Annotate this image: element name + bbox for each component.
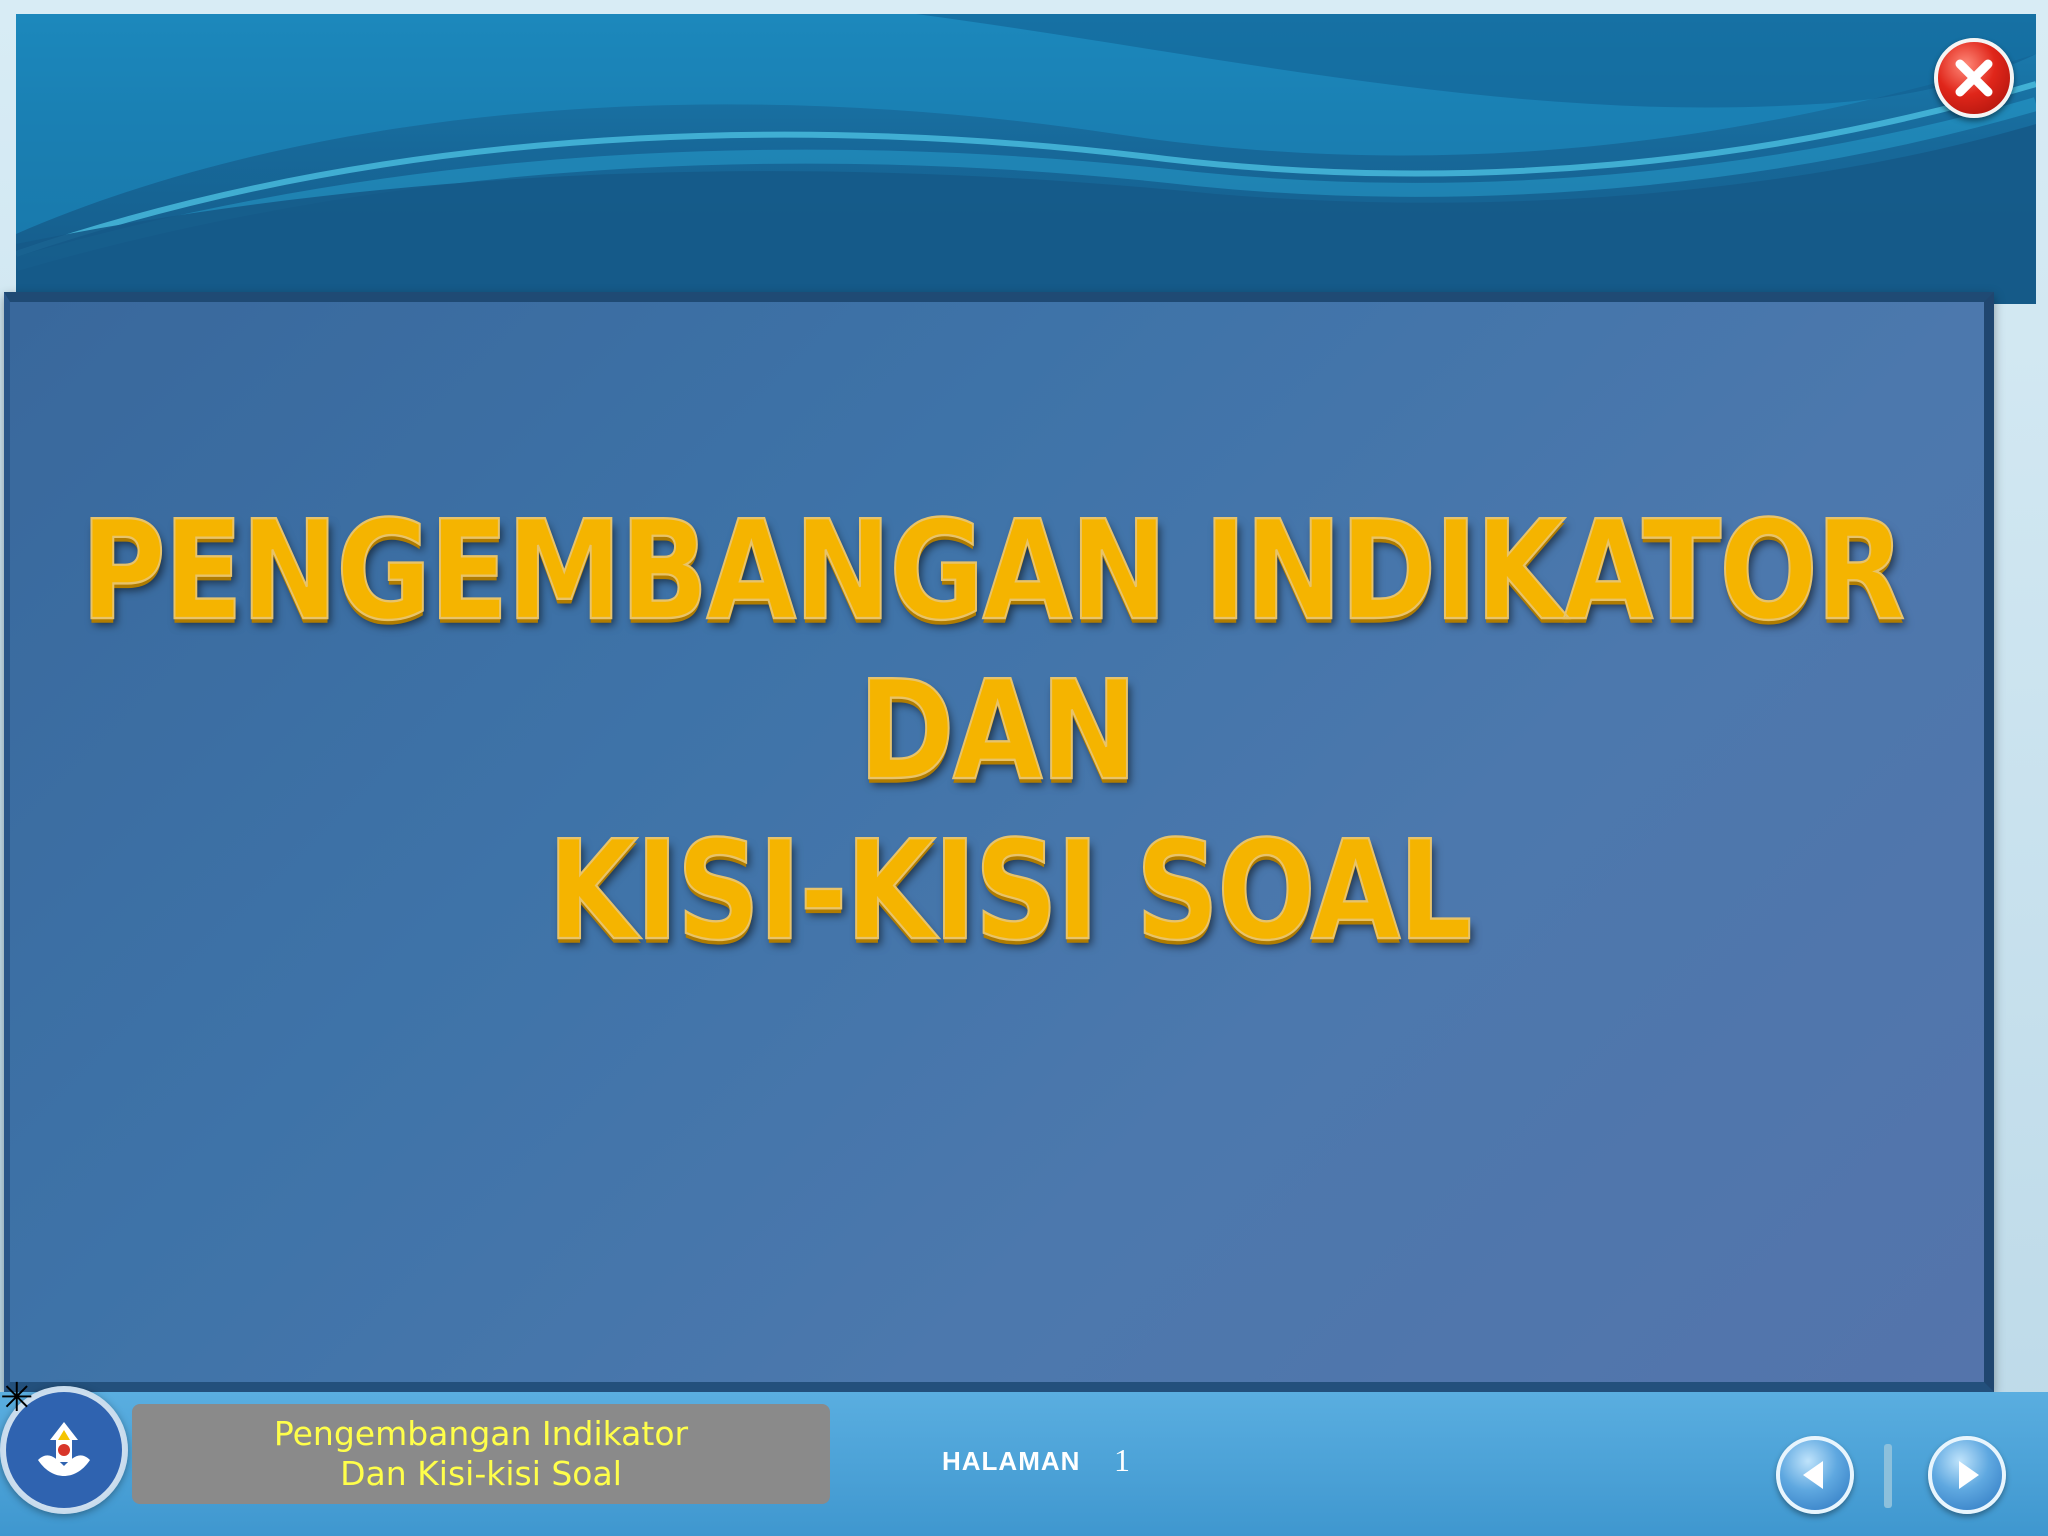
page-number: 1 xyxy=(1114,1442,1130,1478)
arrow-right-icon xyxy=(1959,1461,1979,1489)
nav-divider xyxy=(1884,1444,1892,1508)
slide-window: PENGEMBANGAN INDIKATOR DAN KISI-KISI SOA… xyxy=(0,0,2048,1536)
previous-page-button[interactable] xyxy=(1776,1436,1854,1514)
title-line-3: KISI-KISI SOAL xyxy=(547,811,1474,973)
caption-line-2: Dan Kisi-kisi Soal xyxy=(340,1454,622,1493)
slide-content-panel: PENGEMBANGAN INDIKATOR DAN KISI-KISI SOA… xyxy=(4,292,1994,1392)
close-button[interactable] xyxy=(1934,38,2014,118)
next-page-button[interactable] xyxy=(1928,1436,2006,1514)
page-label: HALAMAN xyxy=(942,1446,1081,1476)
asterisk-icon: ✳ xyxy=(0,1376,34,1420)
caption-line-1: Pengembangan Indikator xyxy=(273,1414,689,1453)
footer-caption: Pengembangan Indikator Dan Kisi-kisi Soa… xyxy=(132,1404,830,1504)
header-wave-graphic xyxy=(16,14,2036,304)
slide-title: PENGEMBANGAN INDIKATOR DAN KISI-KISI SOA… xyxy=(10,491,1984,973)
header-wave-band xyxy=(16,14,2036,304)
close-icon xyxy=(1955,59,1993,97)
arrow-left-icon xyxy=(1803,1461,1823,1489)
